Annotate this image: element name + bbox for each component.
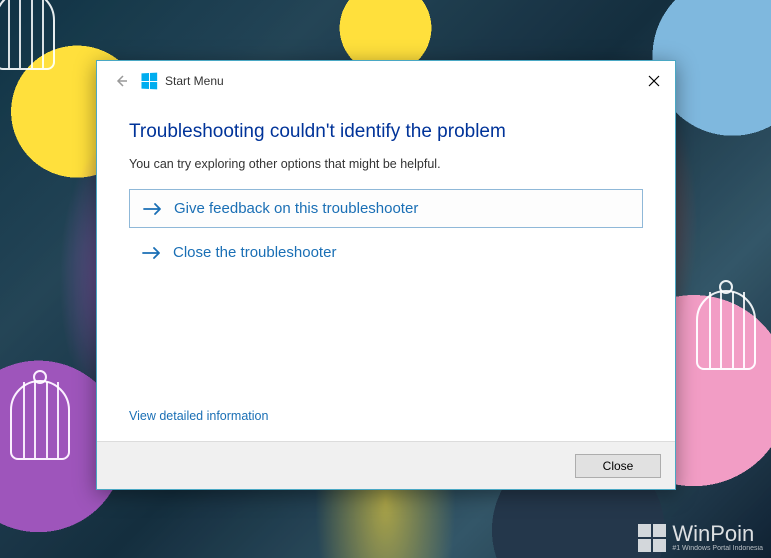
- give-feedback-option[interactable]: Give feedback on this troubleshooter: [129, 189, 643, 228]
- watermark-brand: WinPoin: [672, 523, 763, 545]
- troubleshooter-dialog: Start Menu Troubleshooting couldn't iden…: [96, 60, 676, 490]
- result-heading: Troubleshooting couldn't identify the pr…: [129, 121, 643, 143]
- close-button[interactable]: Close: [575, 454, 661, 478]
- window-close-button[interactable]: [639, 67, 669, 95]
- watermark: WinPoin #1 Windows Portal Indonesia: [638, 523, 763, 552]
- arrow-right-icon: [142, 201, 164, 217]
- windows-logo-icon: [141, 73, 157, 90]
- dialog-footer: Close: [97, 441, 675, 489]
- option-label: Give feedback on this troubleshooter: [174, 200, 418, 217]
- result-subtext: You can try exploring other options that…: [129, 157, 643, 171]
- option-label: Close the troubleshooter: [173, 244, 336, 261]
- view-detailed-info-link[interactable]: View detailed information: [129, 409, 643, 429]
- dialog-title: Start Menu: [165, 74, 224, 88]
- arrow-right-icon: [141, 245, 163, 261]
- watermark-logo-icon: [638, 524, 666, 552]
- watermark-tagline: #1 Windows Portal Indonesia: [672, 545, 763, 552]
- title-bar: Start Menu: [97, 61, 675, 101]
- back-icon[interactable]: [111, 71, 131, 91]
- close-troubleshooter-option[interactable]: Close the troubleshooter: [129, 234, 643, 271]
- dialog-content: Troubleshooting couldn't identify the pr…: [97, 101, 675, 441]
